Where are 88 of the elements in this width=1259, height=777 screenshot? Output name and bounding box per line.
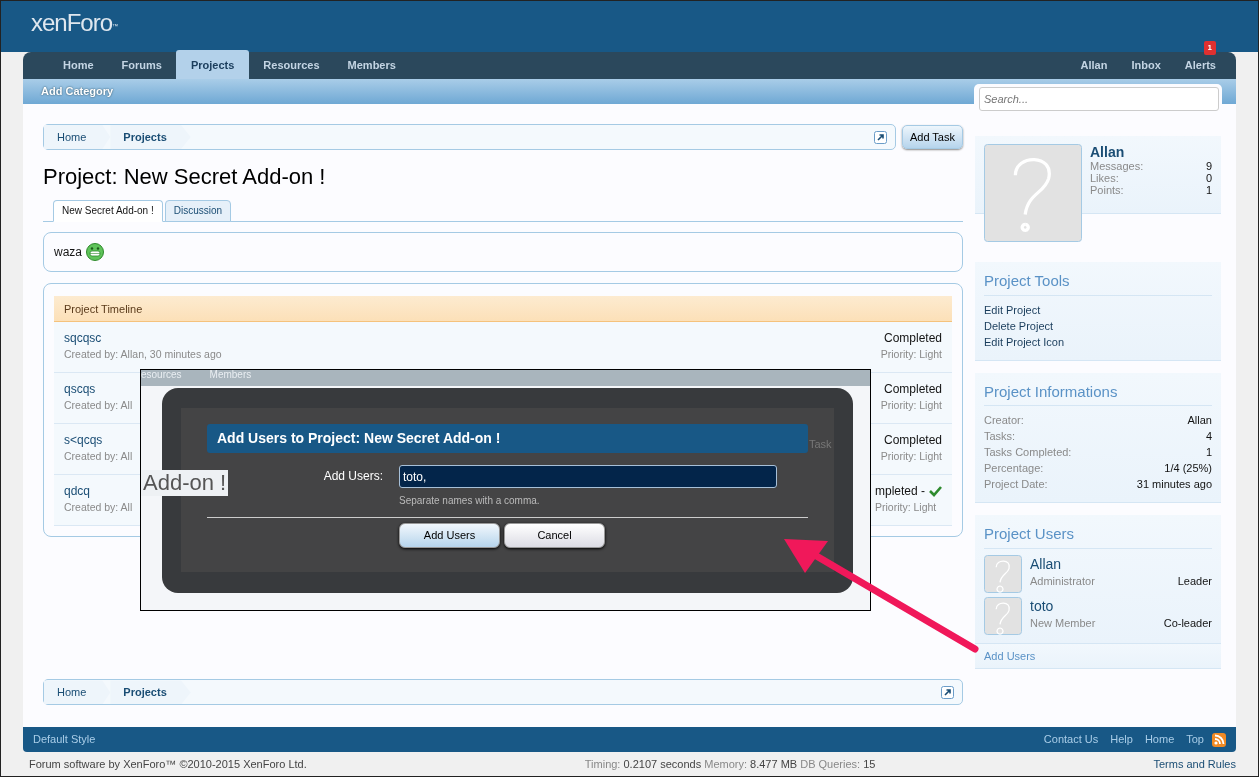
dialog-button[interactable]: Cancel [504, 523, 605, 548]
nav-link[interactable]: Alerts [1172, 52, 1228, 79]
task-priority: Priority: Light [874, 500, 937, 516]
info-label: Percentage: [984, 461, 1044, 476]
info-label: Project Date: [984, 477, 1048, 492]
info-label: Tasks: [984, 429, 1016, 444]
style-chooser-link[interactable]: Default Style [33, 731, 96, 748]
member-name[interactable]: Allan [1030, 554, 1212, 573]
member-position: Co-leader [1163, 615, 1212, 631]
info-label: Tasks Completed: [984, 445, 1072, 460]
tool-link[interactable]: Edit Project Icon [984, 333, 1212, 350]
faded-text: Add-on ! [141, 470, 229, 496]
stat-value: 0 [1205, 172, 1212, 184]
content-tab[interactable]: Discussion [164, 200, 232, 223]
field-label: Add Users: [322, 468, 383, 485]
stat-label: Messages: [1090, 160, 1144, 172]
page-title: Project: New Secret Add-on ! [43, 164, 327, 191]
stat-label: Points: [1090, 184, 1124, 196]
copyright-text: Forum software by XenForo™ ©2010-2015 XenForo Ltd. [29, 757, 307, 772]
task-title-link[interactable]: s<qcqs [64, 431, 103, 450]
breadcrumb-link[interactable]: Home [44, 680, 111, 705]
search-field[interactable]: Search... [979, 87, 1219, 111]
info-value: Allan [1187, 413, 1212, 428]
nav-tab[interactable]: Projects [175, 50, 250, 79]
task-status: Completed [883, 432, 942, 450]
task-status: Completed [883, 330, 942, 348]
task-meta: Created by: All [64, 500, 133, 516]
debug-info: Timing: 0.2107 seconds Memory: 8.477 MB DB Queries: 15 [584, 757, 876, 772]
task-title-link[interactable]: qscqs [64, 380, 96, 399]
info-value: 31 minutes ago [1136, 477, 1212, 492]
faded-text: Members [209, 370, 252, 382]
nav-tab[interactable]: Members [333, 52, 410, 79]
stat-label: Likes: [1090, 172, 1119, 184]
nav-tab[interactable]: Home [49, 52, 108, 79]
description-text: waza [54, 244, 82, 262]
timeline-header: Project Timeline [54, 296, 952, 323]
logo[interactable]: xenForo$^{™}$ [31, 11, 1258, 35]
footer-link[interactable]: Home [1144, 731, 1175, 748]
member-role: Administrator [1030, 573, 1095, 589]
content-tab[interactable]: New Secret Add-on ! [53, 200, 163, 223]
task-meta: Created by: Allan, 30 minutes ago [64, 347, 222, 363]
grin-smiley-icon [86, 243, 104, 262]
task-priority: Priority: Light [880, 398, 942, 414]
member-name[interactable]: toto [1030, 596, 1212, 615]
add-task-button[interactable]: Add Task [901, 124, 963, 150]
info-value: 1 [1205, 445, 1212, 460]
footer-link[interactable]: Top [1186, 731, 1204, 748]
field-hint: Separate names with a comma. [399, 494, 541, 508]
breadcrumb-link[interactable]: Home [44, 125, 111, 149]
tool-link[interactable]: Edit Project [984, 301, 1212, 318]
panel-title: Project Informations [984, 380, 1212, 406]
nav-tab[interactable]: Resources [249, 52, 334, 79]
info-value: 1/4 (25%) [1164, 461, 1212, 476]
footer-link[interactable]: Help [1110, 731, 1133, 748]
nav-tab[interactable]: Forums [107, 52, 176, 79]
info-value: 4 [1205, 429, 1212, 444]
jump-icon [873, 130, 887, 144]
tool-link[interactable]: Delete Project [984, 317, 1212, 334]
member-role: New Member [1030, 615, 1096, 631]
task-title-link[interactable]: qdcq [64, 482, 91, 501]
terms-link[interactable]: Terms and Rules [1153, 756, 1236, 773]
info-label: Creator: [984, 413, 1024, 428]
add-users-field[interactable]: toto, [399, 465, 777, 488]
footer-link[interactable]: Contact Us [1043, 731, 1099, 748]
nav-link[interactable]: Allan [1068, 52, 1120, 79]
dialog-title: Add Users to Project: New Secret Add-on ! [207, 424, 808, 453]
task-status: Completed [883, 381, 942, 399]
stat-value: 9 [1205, 160, 1212, 172]
task-status: mpleted - [874, 483, 925, 501]
rss-icon [1212, 732, 1226, 747]
dialog-button[interactable]: Add Users [399, 523, 500, 548]
breadcrumb-link[interactable]: Projects [110, 125, 191, 149]
task-meta: Created by: All [64, 398, 133, 414]
task-priority: Priority: Light [880, 449, 942, 465]
avatar-placeholder [984, 554, 1022, 593]
task-priority: Priority: Light [880, 347, 942, 363]
jump-icon [941, 685, 954, 699]
visitor-name[interactable]: Allan [1090, 144, 1212, 160]
avatar-placeholder [984, 596, 1022, 635]
breadcrumb-link[interactable]: Projects [110, 680, 191, 705]
task-title-link[interactable]: sqcqsc [64, 329, 102, 348]
panel-title: Project Users [984, 523, 1212, 549]
nav-link[interactable]: Inbox [1119, 52, 1173, 79]
task-meta: Created by: All [64, 449, 133, 465]
faded-text: esources [141, 370, 182, 382]
stat-value: 1 [1205, 184, 1212, 196]
member-position: Leader [1177, 573, 1212, 589]
panel-title: Project Tools [984, 270, 1212, 296]
